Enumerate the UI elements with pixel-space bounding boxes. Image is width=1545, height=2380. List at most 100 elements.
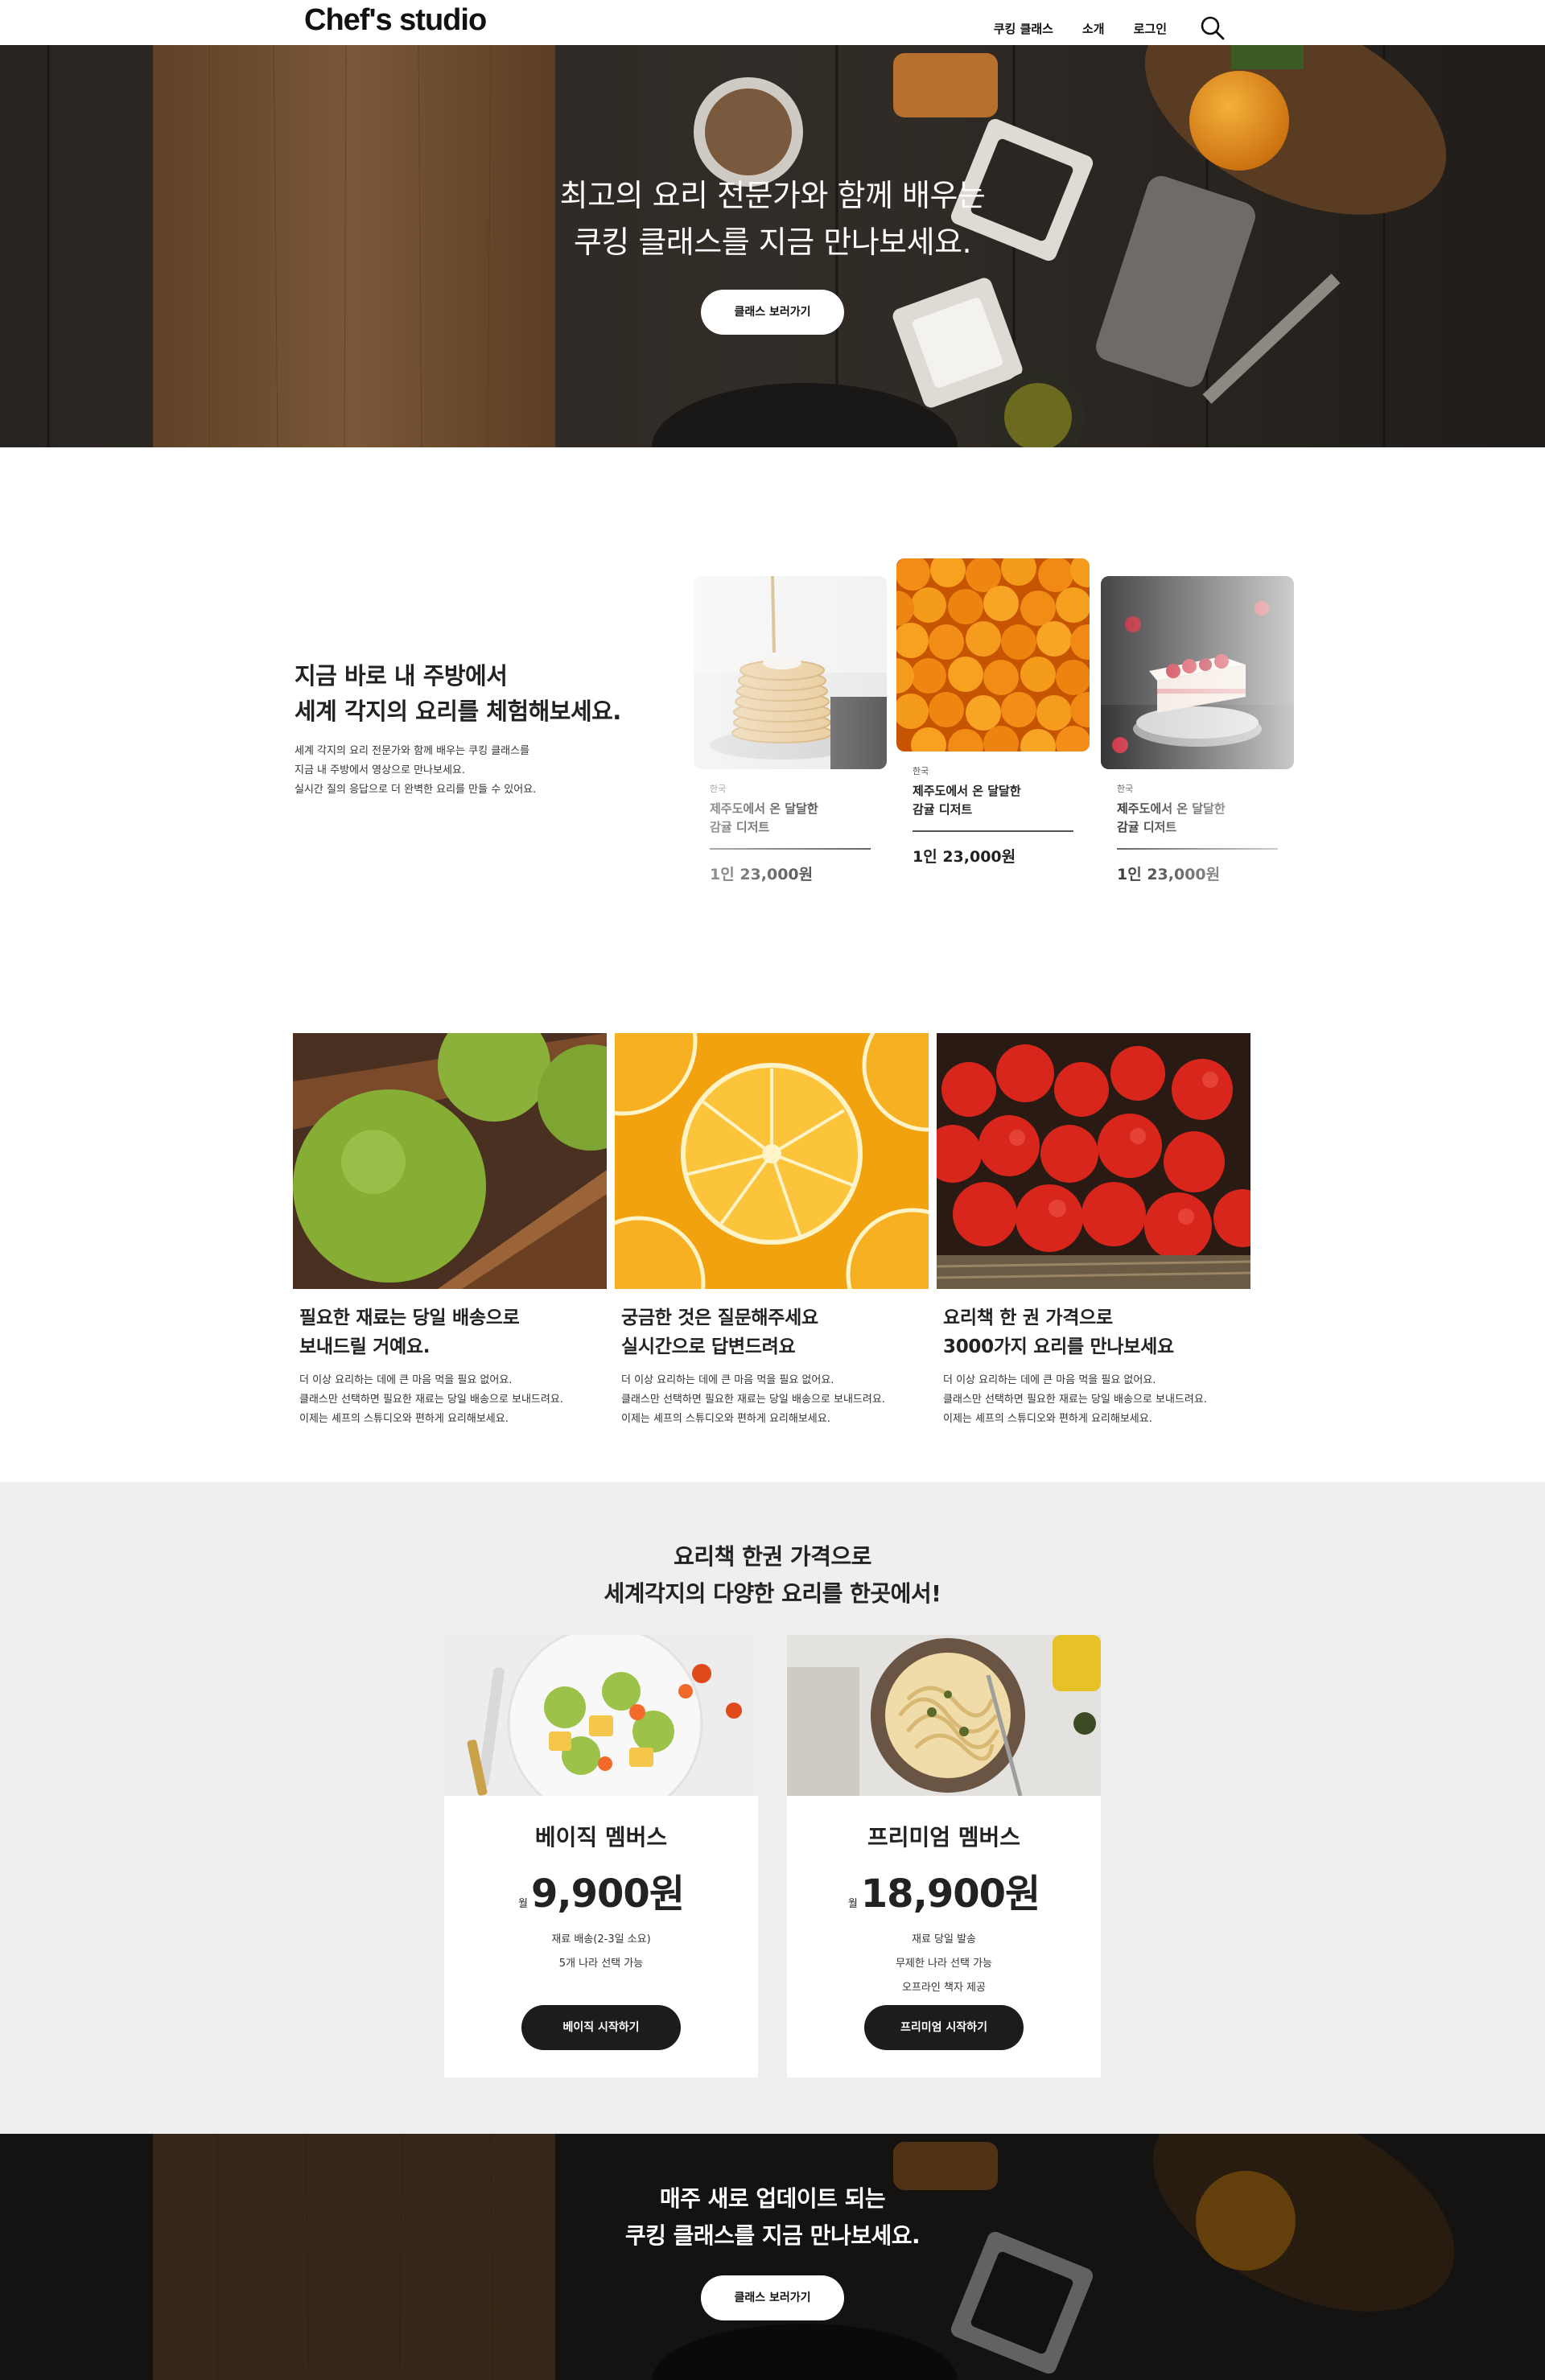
plan-features: 재료 당일 발송 무제한 나라 선택 가능 오프라인 책자 제공 (787, 1928, 1101, 2000)
plan-feature-item: 무제한 나라 선택 가능 (895, 1958, 993, 1970)
class-card-meta: 한국 제주도에서 온 달달한 감귤 디저트 1인 23,000원 (896, 764, 1090, 867)
view-classes-button[interactable]: 클래스 보러가기 (701, 290, 844, 335)
class-card[interactable]: 한국 제주도에서 온 달달한 감귤 디저트 1인 23,000원 (1101, 576, 1294, 884)
feature-desc-line: 더 이상 요리하는 데에 큰 마음 먹을 필요 없어요. (299, 1374, 513, 1386)
nav-login[interactable]: 로그인 (1134, 20, 1167, 37)
feature-description: 더 이상 요리하는 데에 큰 마음 먹을 필요 없어요. 클래스만 선택하면 필… (937, 1371, 1250, 1429)
class-card-category: 한국 (1117, 784, 1134, 794)
class-card-title-line: 감귤 디저트 (1117, 820, 1177, 834)
feature-image-tomatoes (937, 1033, 1250, 1289)
feature-desc-line: 이제는 셰프의 스튜디오와 편하게 요리해보세요. (943, 1413, 1152, 1425)
plan-card-basic: 베이직 멤버스 월9,900원 재료 배송(2-3일 소요) 5개 나라 선택 … (444, 1635, 758, 2077)
feature-title: 필요한 재료는 당일 배송으로 보내드릴 거예요. (293, 1303, 607, 1361)
feature-item: 궁금한 것은 질문해주세요 실시간으로 답변드려요 더 이상 요리하는 데에 큰… (615, 1033, 929, 1429)
feature-desc-line: 이제는 셰프의 스튜디오와 편하게 요리해보세요. (299, 1413, 509, 1425)
feature-title-line: 보내드릴 거예요. (299, 1336, 431, 1357)
start-basic-button[interactable]: 베이직 시작하기 (521, 2005, 681, 2050)
class-card-title: 제주도에서 온 달달한 감귤 디저트 (710, 800, 871, 850)
feature-desc-line: 이제는 셰프의 스튜디오와 편하게 요리해보세요. (621, 1413, 830, 1425)
class-card[interactable]: 한국 제주도에서 온 달달한 감귤 디저트 1인 23,000원 (694, 576, 887, 884)
feature-desc-line: 더 이상 요리하는 데에 큰 마음 먹을 필요 없어요. (943, 1374, 1156, 1386)
plan-image-pasta (787, 1635, 1101, 1796)
feature-description: 더 이상 요리하는 데에 큰 마음 먹을 필요 없어요. 클래스만 선택하면 필… (293, 1371, 607, 1429)
feature-item: 요리책 한 권 가격으로 3000가지 요리를 만나보세요 더 이상 요리하는 … (937, 1033, 1250, 1429)
feature-desc-line: 클래스만 선택하면 필요한 재료는 당일 배송으로 보내드려요. (943, 1394, 1207, 1406)
plan-feature-item: 재료 배송(2-3일 소요) (551, 1933, 651, 1946)
class-card-title-line: 제주도에서 온 달달한 (1117, 801, 1226, 816)
feature-title-line: 궁금한 것은 질문해주세요 (621, 1307, 818, 1328)
search-icon[interactable] (1199, 14, 1226, 42)
plan-price: 월9,900원 (444, 1862, 758, 1918)
feature-desc-line: 클래스만 선택하면 필요한 재료는 당일 배송으로 보내드려요. (621, 1394, 885, 1406)
intro-title-line: 지금 바로 내 주방에서 (295, 662, 508, 690)
class-card-category: 한국 (710, 784, 727, 794)
class-card[interactable]: 한국 제주도에서 온 달달한 감귤 디저트 1인 23,000원 (896, 558, 1090, 867)
intro-desc-line: 실시간 질의 응답으로 더 완벽한 요리를 만들 수 있어요. (295, 784, 537, 796)
feature-title-line: 실시간으로 답변드려요 (621, 1336, 796, 1357)
plan-name: 프리미엄 멤버스 (867, 1824, 1021, 1851)
class-card-image (1101, 576, 1294, 769)
class-card-meta: 한국 제주도에서 온 달달한 감귤 디저트 1인 23,000원 (694, 782, 887, 884)
feature-title-line: 3000가지 요리를 만나보세요 (943, 1336, 1174, 1357)
class-card-title-line: 제주도에서 온 달달한 (913, 784, 1021, 798)
feature-title-line: 요리책 한 권 가격으로 (943, 1307, 1113, 1328)
intro-section: 지금 바로 내 주방에서 세계 각지의 요리를 체험해보세요. 세계 각지의 요… (0, 447, 1545, 946)
class-card-meta: 한국 제주도에서 온 달달한 감귤 디저트 1인 23,000원 (1101, 782, 1294, 884)
cta-title-line: 매주 새로 업데이트 되는 (659, 2185, 886, 2212)
nav-cooking-class[interactable]: 쿠킹 클래스 (994, 20, 1053, 37)
class-card-title-line: 감귤 디저트 (710, 820, 770, 834)
cta-view-classes-button[interactable]: 클래스 보러가기 (701, 2275, 844, 2320)
hero-title-line: 쿠킹 클래스를 지금 만나보세요. (573, 224, 972, 260)
cta-title: 매주 새로 업데이트 되는 쿠킹 클래스를 지금 만나보세요. (0, 2180, 1545, 2254)
class-card-title-line: 제주도에서 온 달달한 (710, 801, 818, 816)
plan-price-unit: 월 (847, 1898, 858, 1910)
class-card-price: 1인 23,000원 (913, 848, 1016, 866)
logo[interactable]: Chef's studio (304, 3, 487, 38)
class-card-price: 1인 23,000원 (710, 866, 814, 883)
feature-desc-line: 더 이상 요리하는 데에 큰 마음 먹을 필요 없어요. (621, 1374, 834, 1386)
pricing-title-line: 요리책 한권 가격으로 (674, 1543, 871, 1570)
class-card-category: 한국 (913, 766, 929, 776)
start-premium-button[interactable]: 프리미엄 시작하기 (864, 2005, 1024, 2050)
site-header: Chef's studio 쿠킹 클래스 소개 로그인 (0, 0, 1545, 45)
intro-desc-line: 세계 각지의 요리 전문가와 함께 배우는 쿠킹 클래스를 (295, 745, 530, 757)
cta-title-line: 쿠킹 클래스를 지금 만나보세요. (624, 2222, 921, 2249)
class-card-image (896, 558, 1090, 751)
plan-card-premium: 프리미엄 멤버스 월18,900원 재료 당일 발송 무제한 나라 선택 가능 … (787, 1635, 1101, 2077)
pricing-section: 요리책 한권 가격으로 세계각지의 다양한 요리를 한곳에서! 베이직 멤버스 … (0, 1482, 1545, 2134)
hero-content: 최고의 요리 전문가와 함께 배우는 쿠킹 클래스를 지금 만나보세요. 클래스… (0, 172, 1545, 335)
nav-about[interactable]: 소개 (1082, 20, 1105, 37)
hero-title: 최고의 요리 전문가와 함께 배우는 쿠킹 클래스를 지금 만나보세요. (0, 172, 1545, 266)
plan-price-amount: 18,900원 (860, 1871, 1040, 1917)
plan-price-unit: 월 (518, 1898, 528, 1910)
intro-text: 지금 바로 내 주방에서 세계 각지의 요리를 체험해보세요. 세계 각지의 요… (295, 658, 649, 800)
plan-feature-item: 5개 나라 선택 가능 (558, 1958, 644, 1970)
feature-item: 필요한 재료는 당일 배송으로 보내드릴 거예요. 더 이상 요리하는 데에 큰… (293, 1033, 607, 1429)
plan-price-amount: 9,900원 (530, 1871, 685, 1917)
feature-title: 요리책 한 권 가격으로 3000가지 요리를 만나보세요 (937, 1303, 1250, 1361)
plan-feature-item: 재료 당일 발송 (911, 1933, 977, 1946)
feature-title-line: 필요한 재료는 당일 배송으로 (299, 1307, 520, 1328)
intro-desc-line: 지금 내 주방에서 영상으로 만나보세요. (295, 764, 466, 776)
intro-title-line: 세계 각지의 요리를 체험해보세요. (295, 698, 621, 725)
feature-image-apples (293, 1033, 607, 1289)
plan-name: 베이직 멤버스 (534, 1824, 668, 1851)
pricing-title-line: 세계각지의 다양한 요리를 한곳에서! (604, 1580, 941, 1607)
class-card-title-line: 감귤 디저트 (913, 802, 973, 817)
cta-content: 매주 새로 업데이트 되는 쿠킹 클래스를 지금 만나보세요. 클래스 보러가기 (0, 2180, 1545, 2320)
class-card-image (694, 576, 887, 769)
class-card-price: 1인 23,000원 (1117, 866, 1221, 883)
feature-description: 더 이상 요리하는 데에 큰 마음 먹을 필요 없어요. 클래스만 선택하면 필… (615, 1371, 929, 1429)
feature-title: 궁금한 것은 질문해주세요 실시간으로 답변드려요 (615, 1303, 929, 1361)
plan-features: 재료 배송(2-3일 소요) 5개 나라 선택 가능 (444, 1928, 758, 1976)
pricing-title: 요리책 한권 가격으로 세계각지의 다양한 요리를 한곳에서! (0, 1538, 1545, 1612)
features-section: 필요한 재료는 당일 배송으로 보내드릴 거예요. 더 이상 요리하는 데에 큰… (0, 946, 1545, 1482)
hero-title-line: 최고의 요리 전문가와 함께 배우는 (559, 178, 986, 213)
intro-title: 지금 바로 내 주방에서 세계 각지의 요리를 체험해보세요. (295, 658, 649, 729)
feature-image-orange-slices (615, 1033, 929, 1289)
class-card-title: 제주도에서 온 달달한 감귤 디저트 (1117, 800, 1278, 850)
plan-feature-item: 오프라인 책자 제공 (902, 1982, 986, 1994)
hero-section: 최고의 요리 전문가와 함께 배우는 쿠킹 클래스를 지금 만나보세요. 클래스… (0, 45, 1545, 447)
cta-section: 매주 새로 업데이트 되는 쿠킹 클래스를 지금 만나보세요. 클래스 보러가기 (0, 2134, 1545, 2380)
main-nav: 쿠킹 클래스 소개 로그인 (994, 14, 1226, 42)
